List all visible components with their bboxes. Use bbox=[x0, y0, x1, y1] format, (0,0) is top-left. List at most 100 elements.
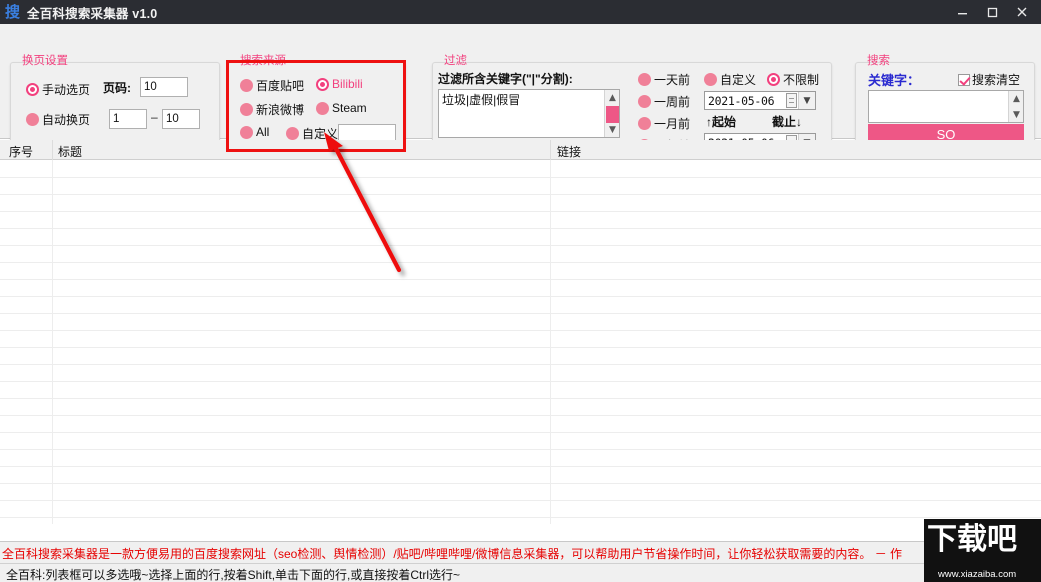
table-row[interactable] bbox=[0, 466, 1041, 467]
scroll-up-icon[interactable]: ▲ bbox=[1009, 91, 1024, 106]
radio-time-custom[interactable]: 自定义 bbox=[704, 71, 756, 88]
table-row[interactable] bbox=[0, 245, 1041, 246]
table-row[interactable] bbox=[0, 228, 1041, 229]
radio-time-one-week[interactable]: 一周前 bbox=[638, 93, 690, 110]
table-column-separator bbox=[52, 160, 53, 524]
date-start-label: ↑起始 bbox=[706, 115, 737, 129]
window-title: 全百科搜索采集器 v1.0 bbox=[27, 6, 158, 21]
table-row[interactable] bbox=[0, 330, 1041, 331]
watermark: 下载吧 www.xiazaiba.com bbox=[924, 519, 1041, 582]
group-search: 搜索 关键字： 搜索清空 ▲ ▼ SO bbox=[855, 53, 1035, 150]
table-row[interactable] bbox=[0, 398, 1041, 399]
group-paging: 换页设置 手动选页 页码: 自动换页 – bbox=[10, 53, 220, 150]
radio-auto-page-dot bbox=[26, 113, 39, 126]
radio-time-one-week-dot bbox=[638, 95, 651, 108]
page-range-to-input[interactable] bbox=[162, 109, 200, 129]
group-paging-title: 换页设置 bbox=[22, 55, 68, 67]
table-row[interactable] bbox=[0, 449, 1041, 450]
filter-keyword-scrollbar[interactable]: ▲ ▼ bbox=[604, 90, 619, 137]
radio-manual-page-label: 手动选页 bbox=[42, 83, 91, 97]
table-row[interactable] bbox=[0, 296, 1041, 297]
search-keyword-textarea[interactable]: ▲ ▼ bbox=[868, 90, 1024, 123]
table-row[interactable] bbox=[0, 364, 1041, 365]
group-paging-frame bbox=[10, 62, 220, 150]
close-icon bbox=[1017, 7, 1027, 17]
radio-source-tieba-label: 百度贴吧 bbox=[256, 79, 305, 93]
radio-source-bilibili-label: Bilibili bbox=[332, 77, 363, 91]
minimize-icon bbox=[957, 12, 967, 14]
scroll-down-icon[interactable]: ▼ bbox=[1009, 107, 1024, 122]
scrollbar-thumb[interactable] bbox=[606, 106, 619, 123]
status-bar: 全百科:列表框可以多选哦~选择上面的行,按着Shift,单击下面的行,或直接按着… bbox=[0, 563, 1041, 582]
marquee-banner: 全百科搜索采集器是一款方便易用的百度搜索网址（seo检测、舆情检测）/贴吧/哔哩… bbox=[0, 541, 1041, 563]
filter-keyword-textarea[interactable]: 垃圾|虚假|假冒 ▲ ▼ bbox=[438, 89, 620, 138]
radio-source-steam-dot bbox=[316, 101, 329, 115]
radio-manual-page[interactable]: 手动选页 bbox=[26, 81, 90, 98]
radio-time-one-day[interactable]: 一天前 bbox=[638, 71, 690, 88]
window-controls bbox=[947, 0, 1041, 24]
scroll-down-icon[interactable]: ▼ bbox=[605, 122, 620, 137]
group-search-source: 搜索来源 百度贴吧 Bilibili 新浪微博 Steam All 自定义 bbox=[228, 53, 406, 150]
page-number-label: 页码: bbox=[103, 81, 131, 95]
date-start-picker[interactable]: 2021-05-06 ▼ bbox=[704, 91, 816, 110]
checkbox-clear-on-search-box bbox=[958, 73, 970, 86]
table-row[interactable] bbox=[0, 279, 1041, 280]
radio-time-one-month-label: 一月前 bbox=[654, 117, 691, 131]
search-keyword-scrollbar[interactable]: ▲ ▼ bbox=[1008, 91, 1023, 122]
table-row[interactable] bbox=[0, 432, 1041, 433]
minimize-button[interactable] bbox=[947, 0, 977, 24]
radio-source-steam[interactable]: Steam bbox=[316, 101, 367, 115]
radio-time-unlimited[interactable]: 不限制 bbox=[767, 71, 819, 88]
page-range-dash: – bbox=[151, 110, 158, 124]
column-header-title[interactable]: 标题 bbox=[58, 143, 82, 160]
page-number-input[interactable] bbox=[140, 77, 188, 97]
table-row[interactable] bbox=[0, 381, 1041, 382]
results-table[interactable] bbox=[0, 160, 1041, 524]
watermark-logo-text: 下载吧 bbox=[927, 522, 1017, 557]
radio-time-unlimited-dot bbox=[767, 73, 780, 86]
toolbar-panel: 换页设置 手动选页 页码: 自动换页 – 搜索来源 百度贴吧 bbox=[0, 24, 1041, 153]
table-row[interactable] bbox=[0, 483, 1041, 484]
table-row[interactable] bbox=[0, 517, 1041, 518]
column-header-index[interactable]: 序号 bbox=[9, 143, 33, 160]
radio-source-tieba[interactable]: 百度贴吧 bbox=[240, 77, 304, 94]
radio-source-bilibili-dot bbox=[316, 77, 329, 91]
table-row[interactable] bbox=[0, 262, 1041, 263]
radio-auto-page-label: 自动换页 bbox=[42, 113, 91, 127]
column-divider[interactable] bbox=[52, 140, 53, 160]
chevron-down-icon[interactable]: ▼ bbox=[798, 92, 815, 109]
radio-time-one-month[interactable]: 一月前 bbox=[638, 115, 690, 132]
table-header: 序号 标题 链接 bbox=[0, 140, 1041, 160]
table-row[interactable] bbox=[0, 177, 1041, 178]
table-row[interactable] bbox=[0, 500, 1041, 501]
table-row[interactable] bbox=[0, 313, 1041, 314]
scroll-up-icon[interactable]: ▲ bbox=[605, 90, 620, 105]
application-window: 搜 全百科搜索采集器 v1.0 换页设置 手动选页 页码: 10 自动换页 1 … bbox=[0, 0, 1041, 582]
checkbox-clear-on-search[interactable]: 搜索清空 bbox=[958, 71, 1020, 88]
checkbox-clear-on-search-label: 搜索清空 bbox=[972, 73, 1021, 87]
filter-keyword-value: 垃圾|虚假|假冒 bbox=[442, 93, 521, 107]
close-button[interactable] bbox=[1007, 0, 1037, 24]
table-row[interactable] bbox=[0, 347, 1041, 348]
maximize-button[interactable] bbox=[977, 0, 1007, 24]
watermark-url: www.xiazaiba.com bbox=[938, 569, 1017, 580]
table-row[interactable] bbox=[0, 194, 1041, 195]
marquee-text: 全百科搜索采集器是一款方便易用的百度搜索网址（seo检测、舆情检测）/贴吧/哔哩… bbox=[2, 547, 903, 561]
radio-source-weibo-label: 新浪微博 bbox=[256, 103, 305, 117]
filter-keyword-label: 过滤所含关键字("|"分割): bbox=[438, 72, 573, 86]
group-filter: 过滤 过滤所含关键字("|"分割): 垃圾|虚假|假冒 ▲ ▼ 一天前 自定义 bbox=[432, 53, 832, 153]
radio-source-weibo[interactable]: 新浪微博 bbox=[240, 101, 304, 118]
status-bar-text: 全百科:列表框可以多选哦~选择上面的行,按着Shift,单击下面的行,或直接按着… bbox=[6, 568, 461, 582]
radio-source-all[interactable]: All bbox=[240, 125, 269, 139]
column-divider[interactable] bbox=[550, 140, 551, 160]
table-row[interactable] bbox=[0, 211, 1041, 212]
radio-auto-page[interactable]: 自动换页 bbox=[26, 111, 90, 128]
radio-source-steam-label: Steam bbox=[332, 101, 367, 115]
page-range-from-input[interactable] bbox=[109, 109, 147, 129]
date-start-spinner[interactable] bbox=[786, 93, 797, 108]
radio-source-bilibili[interactable]: Bilibili bbox=[316, 77, 363, 91]
table-row[interactable] bbox=[0, 415, 1041, 416]
column-header-link[interactable]: 链接 bbox=[557, 143, 581, 160]
group-search-source-title: 搜索来源 bbox=[240, 55, 286, 67]
group-search-title: 搜索 bbox=[867, 55, 890, 67]
